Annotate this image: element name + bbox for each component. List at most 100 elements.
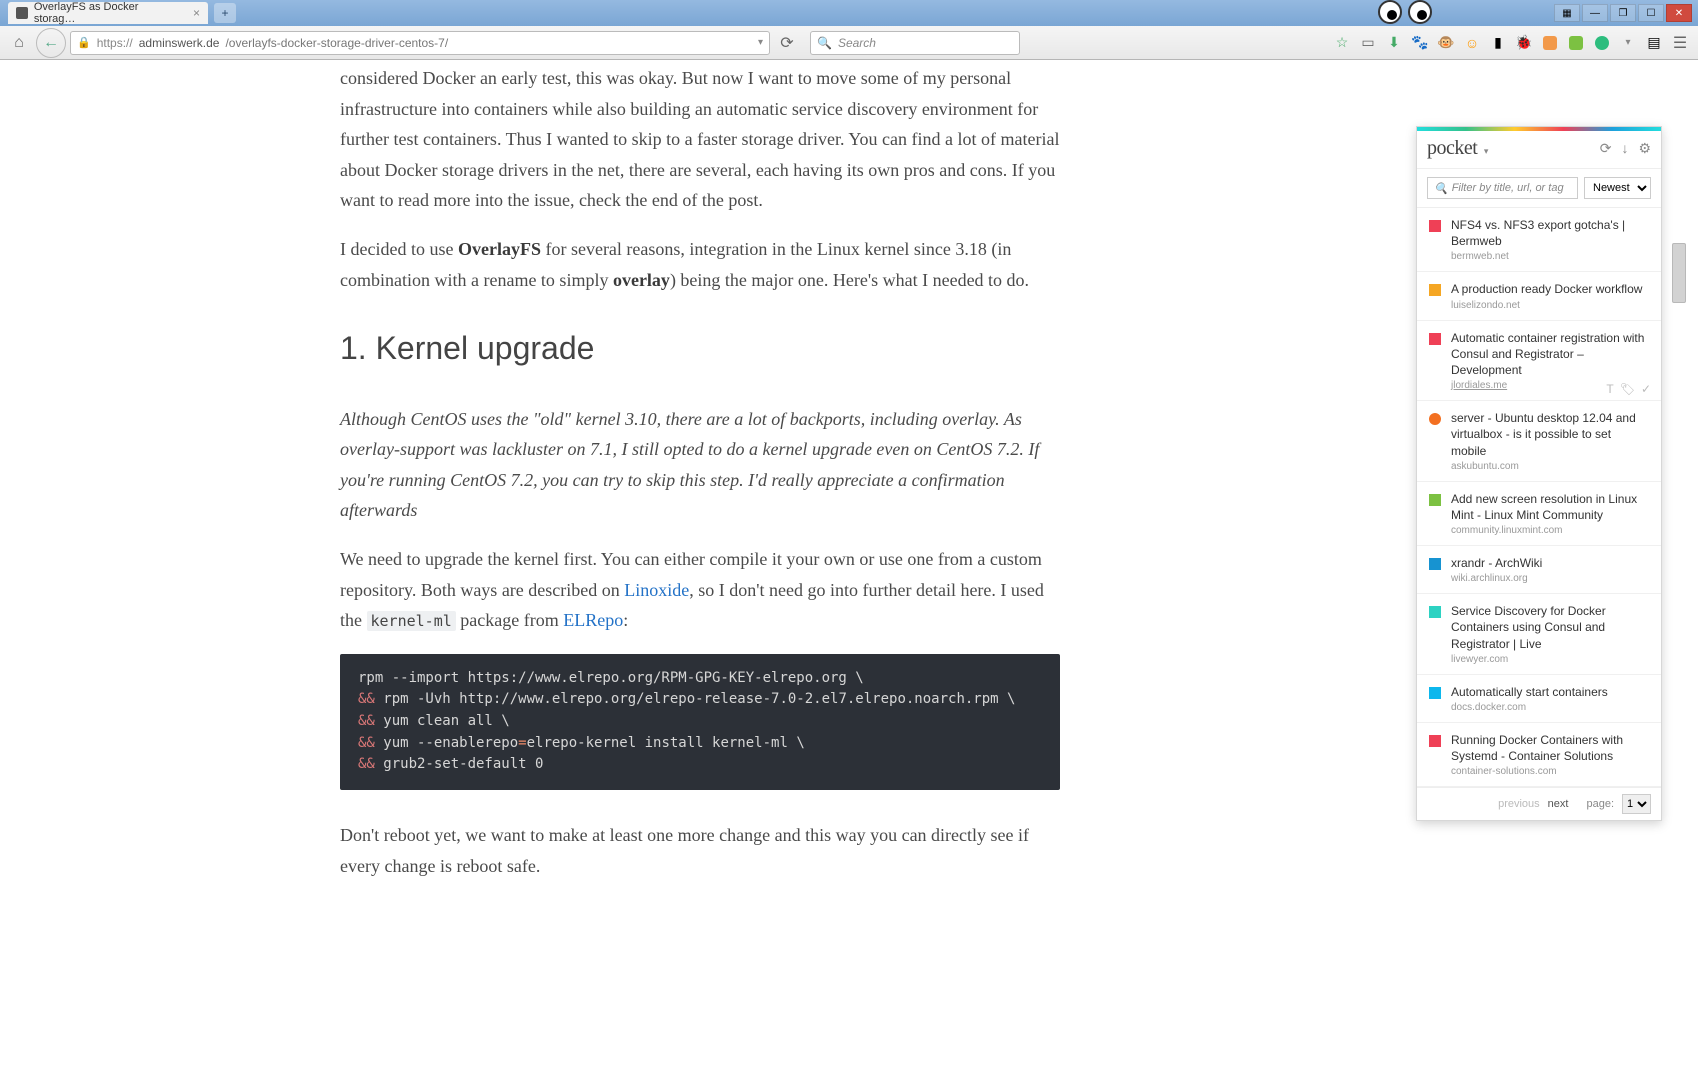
pocket-refresh-icon[interactable]: ⟳ [1600, 140, 1612, 157]
window-minimize-button[interactable]: — [1582, 4, 1608, 22]
article-para-3: We need to upgrade the kernel first. You… [340, 544, 1060, 636]
search-icon: 🔍 [1434, 182, 1448, 195]
bookmark-star-button[interactable]: ☆ [1330, 31, 1354, 55]
search-placeholder: Search [838, 36, 876, 50]
article-para-1a: considered Docker an early test, this wa… [340, 63, 1060, 216]
article-body: considered Docker an early test, this wa… [340, 63, 1060, 881]
reader-view-button[interactable]: ▭ [1356, 31, 1380, 55]
url-domain: adminswerk.de [139, 36, 220, 50]
pocket-item-title: NFS4 vs. NFS3 export gotcha's | Bermweb [1451, 217, 1649, 249]
pocket-logo: pocket ▾ [1427, 137, 1488, 160]
link-linoxide[interactable]: Linoxide [624, 580, 689, 600]
page-content: considered Docker an early test, this wa… [0, 63, 1698, 1068]
pocket-item-swatch [1429, 735, 1441, 747]
pocket-panel: pocket ▾ ⟳ ↓ ⚙ 🔍 Filter by title, url, o… [1416, 126, 1662, 821]
extension-icon-3[interactable]: ☺ [1460, 31, 1484, 55]
pocket-item-domain: container-solutions.com [1451, 766, 1649, 777]
url-protocol: https:// [97, 36, 133, 50]
url-dropdown-icon[interactable]: ▾ [758, 37, 763, 48]
reload-button[interactable]: ⟳ [774, 30, 800, 56]
extension-icon-1[interactable]: 🐾 [1408, 31, 1432, 55]
article-para-2-note: Although CentOS uses the "old" kernel 3.… [340, 404, 1060, 526]
pocket-item-swatch [1429, 687, 1441, 699]
extension-icon-2[interactable]: 🐵 [1434, 31, 1458, 55]
pocket-item-swatch [1429, 606, 1441, 618]
pocket-item-swatch [1429, 558, 1441, 570]
extension-icon-6[interactable] [1543, 36, 1557, 50]
pocket-list-item[interactable]: Service Discovery for Docker Containers … [1417, 594, 1661, 675]
pocket-sort-select[interactable]: Newest [1584, 177, 1651, 199]
tab-groups-button[interactable]: ▦ [1554, 4, 1580, 22]
tab-close-icon[interactable]: × [193, 6, 200, 20]
pocket-item-domain: livewyer.com [1451, 654, 1649, 665]
search-bar[interactable]: 🔍 Search [810, 31, 1020, 55]
pocket-list: NFS4 vs. NFS3 export gotcha's | Bermweb b… [1417, 208, 1661, 787]
pocket-item-domain: docs.docker.com [1451, 702, 1649, 713]
back-button[interactable]: ← [36, 28, 66, 58]
toolbar-right: ☆ ▭ ⬇ 🐾 🐵 ☺ ▮ 🐞 ▾ ▤ ☰ [1330, 31, 1692, 55]
pocket-text-icon[interactable]: T [1606, 382, 1613, 396]
browser-tab[interactable]: OverlayFS as Docker storag… × [8, 2, 208, 24]
pocket-settings-icon[interactable]: ⚙ [1638, 140, 1651, 157]
article-heading-kernel-upgrade: 1. Kernel upgrade [340, 321, 1060, 375]
pocket-page-select[interactable]: 1 [1622, 794, 1651, 814]
new-tab-button[interactable]: + [214, 3, 236, 23]
window-maximize-button[interactable]: ☐ [1638, 4, 1664, 22]
hamburger-menu-button[interactable]: ☰ [1668, 31, 1692, 55]
link-elrepo[interactable]: ELRepo [563, 610, 623, 630]
pocket-item-title: A production ready Docker workflow [1451, 281, 1649, 297]
pocket-list-item[interactable]: NFS4 vs. NFS3 export gotcha's | Bermweb b… [1417, 208, 1661, 272]
pocket-item-title: xrandr - ArchWiki [1451, 555, 1649, 571]
pocket-filter-row: 🔍 Filter by title, url, or tag Newest [1417, 169, 1661, 208]
pocket-filter-input[interactable]: 🔍 Filter by title, url, or tag [1427, 177, 1578, 199]
extension-icon-7[interactable] [1569, 36, 1583, 50]
downloads-button[interactable]: ⬇ [1382, 31, 1406, 55]
extension-icon-4[interactable]: ▮ [1486, 31, 1510, 55]
extension-dropdown-icon[interactable]: ▾ [1616, 31, 1640, 55]
pocket-check-icon[interactable]: ✓ [1641, 382, 1651, 396]
sidebar-button[interactable]: ▤ [1642, 31, 1666, 55]
window-close-button[interactable]: ✕ [1666, 4, 1692, 22]
pocket-tag-icon[interactable]: 🏷 [1620, 382, 1635, 396]
pocket-list-item[interactable]: xrandr - ArchWiki wiki.archlinux.org [1417, 546, 1661, 594]
navigation-toolbar: ⌂ ← 🔒 https:// adminswerk.de/overlayfs-do… [0, 26, 1698, 60]
tab-favicon [16, 7, 28, 19]
pocket-item-title: Automatically start containers [1451, 684, 1649, 700]
url-bar[interactable]: 🔒 https:// adminswerk.de/overlayfs-docker… [70, 31, 770, 55]
pocket-list-item[interactable]: Running Docker Containers with Systemd -… [1417, 723, 1661, 787]
pocket-item-domain: wiki.archlinux.org [1451, 573, 1649, 584]
inline-code-kernel-ml: kernel-ml [367, 611, 456, 631]
pocket-list-item[interactable]: Automatically start containers docs.docke… [1417, 675, 1661, 723]
pocket-item-title: server - Ubuntu desktop 12.04 and virtua… [1451, 410, 1649, 459]
pocket-item-title: Running Docker Containers with Systemd -… [1451, 732, 1649, 764]
pocket-item-domain: community.linuxmint.com [1451, 525, 1649, 536]
article-para-4: Don't reboot yet, we want to make at lea… [340, 820, 1060, 881]
pocket-prev-link[interactable]: previous [1498, 798, 1540, 810]
tab-title: OverlayFS as Docker storag… [34, 1, 181, 25]
pocket-list-item[interactable]: Automatic container registration with Co… [1417, 321, 1661, 402]
window-tab-strip: OverlayFS as Docker storag… × + ▦ — ❐ ☐ … [0, 0, 1698, 26]
pocket-download-icon[interactable]: ↓ [1621, 140, 1628, 157]
pocket-item-swatch [1429, 333, 1441, 345]
pocket-list-item[interactable]: A production ready Docker workflowluisel… [1417, 272, 1661, 320]
home-button[interactable]: ⌂ [6, 30, 32, 56]
pocket-list-item[interactable]: Add new screen resolution in Linux Mint … [1417, 482, 1661, 546]
pocket-header: pocket ▾ ⟳ ↓ ⚙ [1417, 131, 1661, 169]
pocket-item-swatch [1429, 220, 1441, 232]
pocket-list-item[interactable]: server - Ubuntu desktop 12.04 and virtua… [1417, 401, 1661, 482]
pocket-item-domain: bermweb.net [1451, 251, 1649, 262]
pocket-item-title: Add new screen resolution in Linux Mint … [1451, 491, 1649, 523]
code-block-kernel-install: rpm --import https://www.elrepo.org/RPM-… [340, 654, 1060, 790]
persona-decoration [1368, 0, 1448, 26]
pocket-item-domain: askubuntu.com [1451, 461, 1649, 472]
pocket-item-swatch [1429, 284, 1441, 296]
window-restore-button[interactable]: ❐ [1610, 4, 1636, 22]
url-path: /overlayfs-docker-storage-driver-centos-… [225, 36, 448, 50]
extension-icon-5[interactable]: 🐞 [1512, 31, 1536, 55]
search-icon: 🔍 [817, 36, 832, 50]
pocket-footer: previous next page: 1 [1417, 787, 1661, 820]
extension-icon-8[interactable] [1595, 36, 1609, 50]
lock-icon: 🔒 [77, 36, 91, 49]
pocket-next-link[interactable]: next [1548, 798, 1569, 810]
scrollbar-thumb[interactable] [1672, 243, 1686, 303]
